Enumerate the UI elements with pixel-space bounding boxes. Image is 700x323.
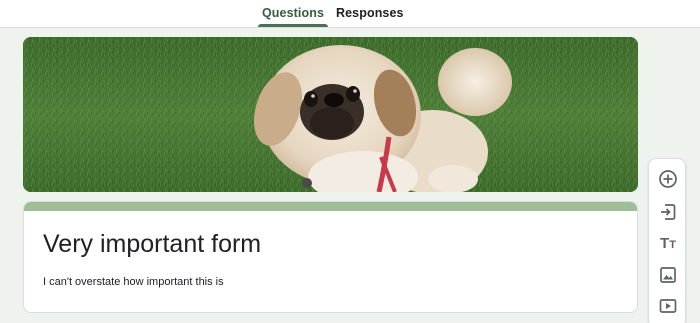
header-image xyxy=(23,37,638,192)
add-question-button[interactable] xyxy=(656,167,680,191)
tab-responses[interactable]: Responses xyxy=(336,6,403,28)
import-icon xyxy=(661,204,676,220)
dog-photo xyxy=(23,37,638,192)
image-icon xyxy=(660,267,676,283)
form-title-card[interactable]: Very important form I can't overstate ho… xyxy=(23,201,638,313)
add-circle-icon xyxy=(659,170,677,188)
add-video-button[interactable] xyxy=(656,294,680,318)
card-accent-bar xyxy=(24,202,637,211)
video-icon xyxy=(659,299,677,313)
form-title[interactable]: Very important form xyxy=(43,230,261,259)
question-toolbar: TT xyxy=(648,158,686,323)
add-title-button[interactable]: TT xyxy=(656,232,680,256)
add-image-button[interactable] xyxy=(656,263,680,287)
text-title-icon: TT xyxy=(660,235,676,252)
top-tab-bar: Questions Responses xyxy=(0,0,700,28)
import-questions-button[interactable] xyxy=(656,200,680,224)
form-description[interactable]: I can't overstate how important this is xyxy=(43,276,224,288)
active-tab-indicator xyxy=(258,24,328,27)
